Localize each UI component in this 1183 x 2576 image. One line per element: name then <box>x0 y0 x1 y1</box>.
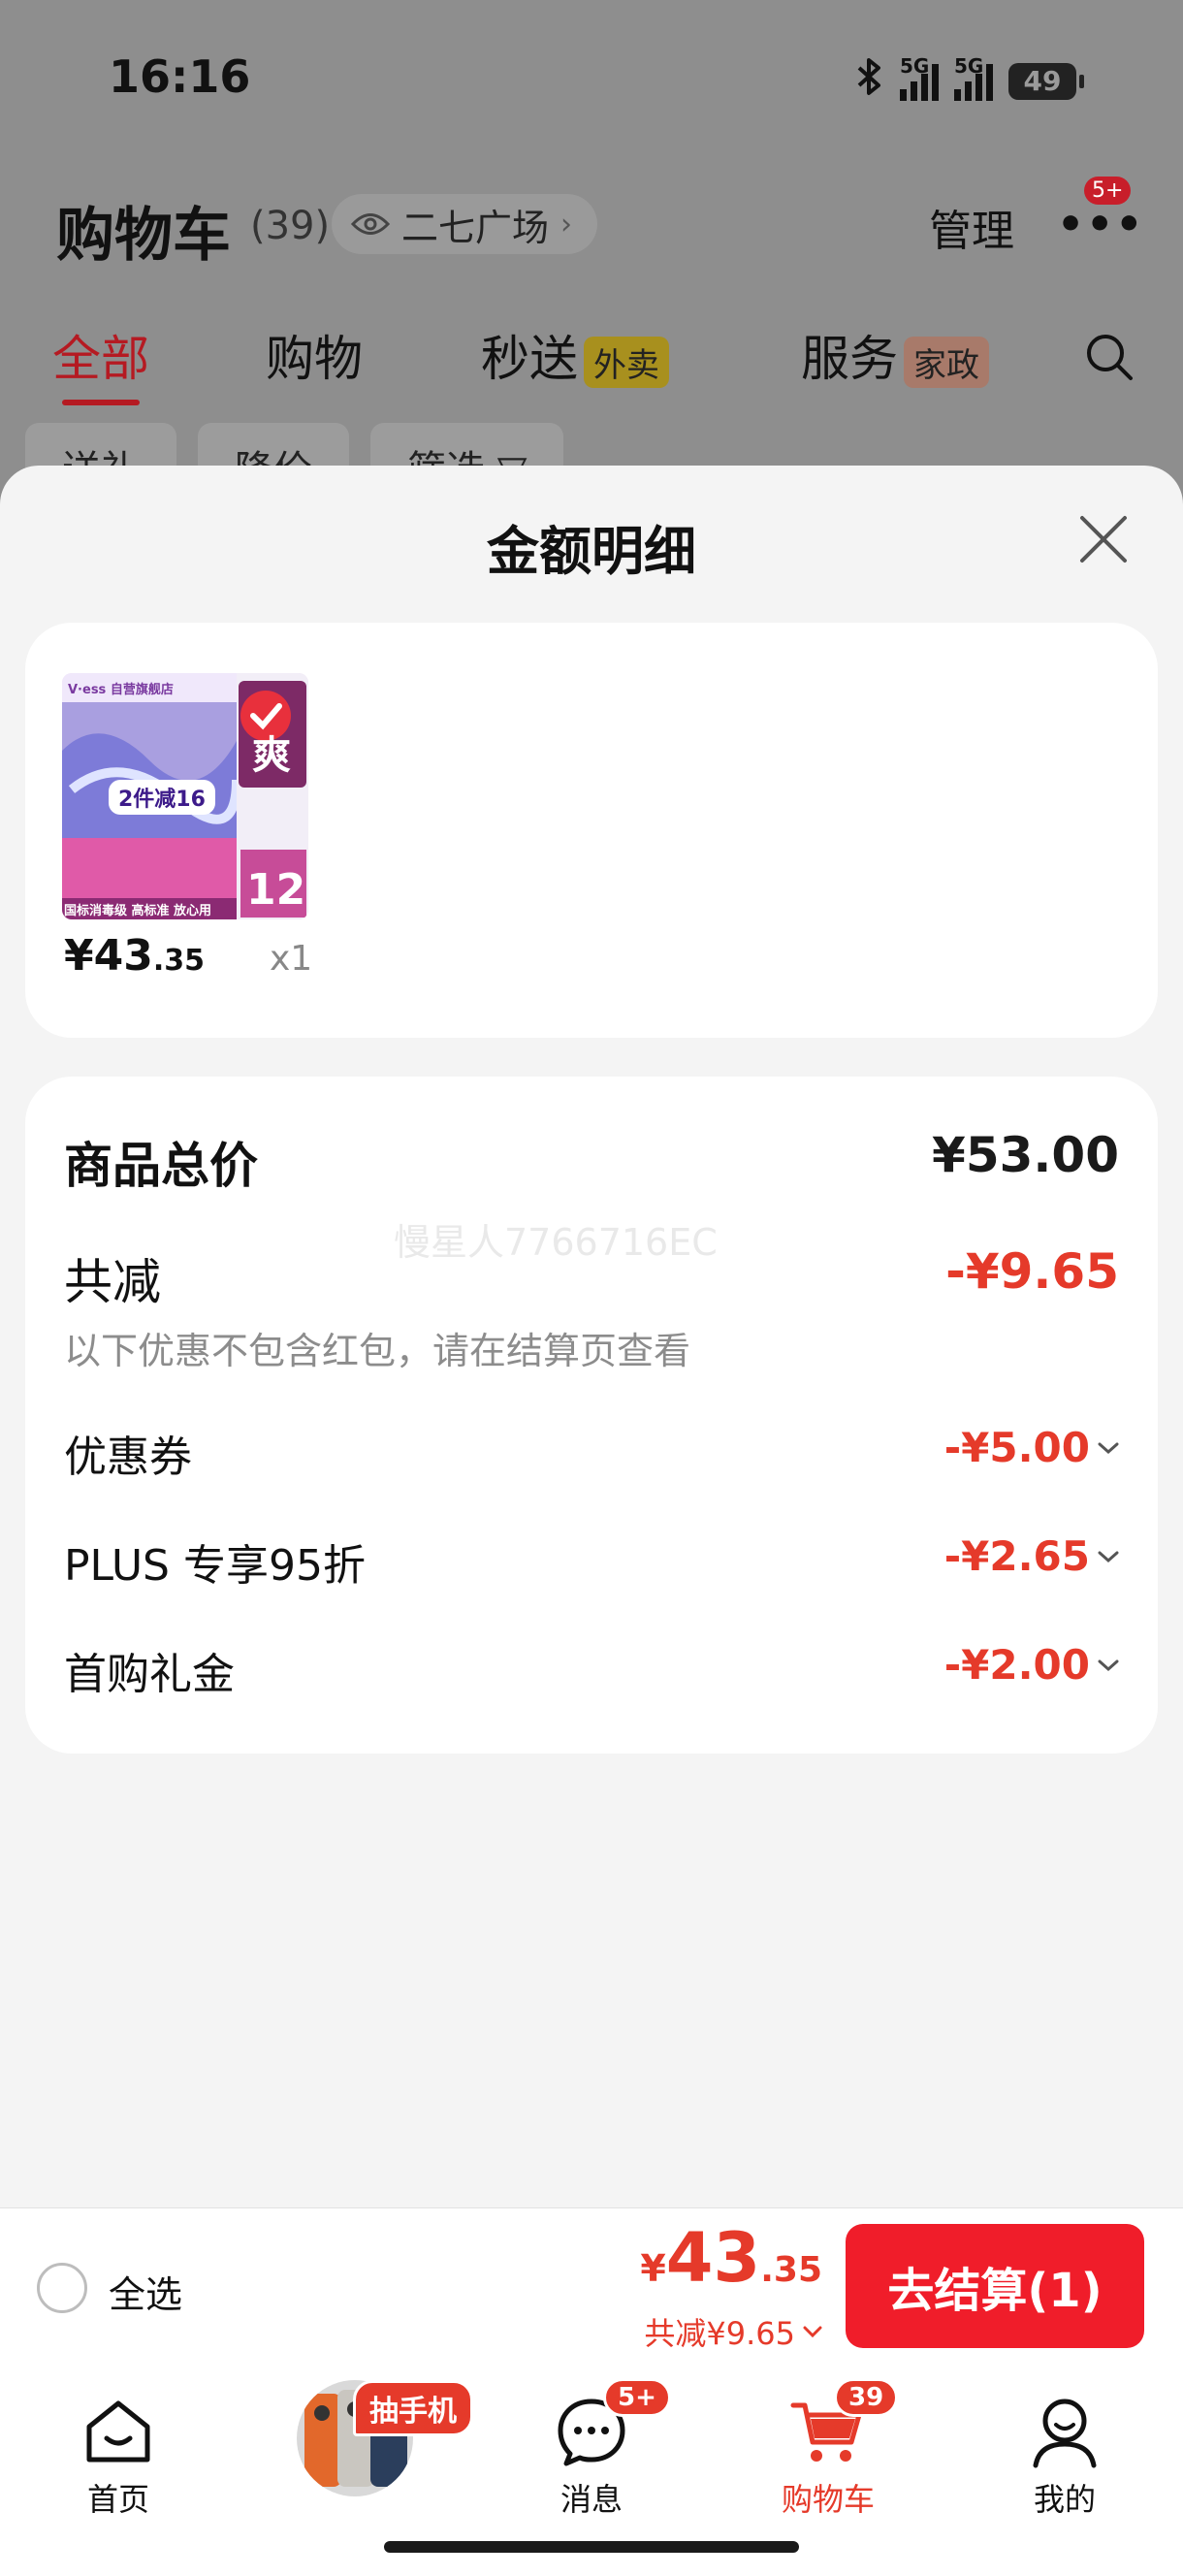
status-bar: 16:16 5G 5G 49 <box>0 0 1183 155</box>
discount-label-plus: PLUS 专享95折 <box>64 1541 366 1591</box>
discount-row-coupon[interactable]: -¥5.00 <box>944 1424 1119 1471</box>
cart-header: 购物车 (39) 二七广场 › 管理 ••• 5+ <box>0 175 1183 272</box>
saved-summary[interactable]: 共减¥9.65 <box>644 2309 822 2354</box>
product-card: V·ess 自营旗舰店 2件减16 爽 国标消毒级 高标准 放心用 12 ¥43… <box>25 623 1158 1038</box>
cart-icon: 39 <box>789 2378 899 2469</box>
tab-label: 秒送 <box>481 331 578 387</box>
tab-label: 购物 <box>266 331 363 387</box>
select-all-label[interactable]: 全选 <box>109 2265 182 2318</box>
tab-home[interactable]: 首页 <box>41 2392 196 2520</box>
battery-icon: 49 <box>1008 62 1084 100</box>
discount-label-coupon: 优惠券 <box>64 1433 192 1482</box>
thumb-shop-text: V·ess 自营旗舰店 <box>68 683 174 697</box>
tab-all[interactable]: 全部 <box>52 320 149 405</box>
tab-messages[interactable]: 5+ 消息 <box>514 2378 671 2520</box>
total-price: ¥43.35 <box>640 2218 822 2298</box>
tab-label: 服务 <box>801 331 898 387</box>
signal-icon: 5G <box>900 54 939 101</box>
tab-shopping[interactable]: 购物 <box>266 320 363 390</box>
discount-value: -¥5.00 <box>943 1424 1090 1471</box>
price-breakdown-card: 慢星人7766716EC 商品总价 ¥53.00 共减 -¥9.65 以下优惠不… <box>25 1077 1158 1754</box>
signal-icon: 5G <box>954 54 993 101</box>
manage-button[interactable]: 管理 <box>929 196 1014 258</box>
checkout-button[interactable]: 去结算(1) <box>846 2224 1144 2348</box>
tab-label: 我的 <box>1033 2481 1096 2518</box>
cart-badge: 39 <box>834 2378 899 2417</box>
category-tabs: 全部 购物 秒送 外卖 服务 家政 <box>0 320 1183 405</box>
thumb-slogan-text: 国标消毒级 高标准 放心用 <box>64 904 212 918</box>
tab-badge: 家政 <box>904 337 989 388</box>
watermark: 慢星人7766716EC <box>394 1221 718 1264</box>
discount-label-first-buy: 首购礼金 <box>64 1650 235 1699</box>
page-title: 购物车 <box>56 202 231 270</box>
eye-icon <box>350 203 391 245</box>
chat-bubble-icon: 5+ <box>553 2378 671 2469</box>
more-menu-button[interactable]: ••• <box>1057 200 1144 249</box>
price-decimal: .35 <box>152 944 206 978</box>
tab-cart[interactable]: 39 购物车 <box>751 2378 906 2520</box>
thumb-side-text: 爽 <box>252 733 291 778</box>
tab-service[interactable]: 服务 家政 <box>801 320 989 390</box>
home-icon <box>80 2392 157 2469</box>
saved-amount: 共减¥9.65 <box>644 2315 795 2352</box>
checkout-bar: 全选 ¥43.35 共减¥9.65 去结算(1) <box>0 2207 1183 2367</box>
location-selector[interactable]: 二七广场 › <box>332 194 598 254</box>
cart-count: (39) <box>250 204 331 248</box>
price-integer: ¥43 <box>64 931 153 981</box>
location-label: 二七广场 <box>401 206 550 249</box>
tab-label: 消息 <box>560 2481 623 2518</box>
status-time: 16:16 <box>109 50 251 103</box>
search-icon[interactable] <box>1084 332 1135 386</box>
tab-delivery[interactable]: 秒送 外卖 <box>481 320 669 390</box>
chevron-down-icon <box>803 2326 822 2337</box>
tab-me[interactable]: 我的 <box>987 2392 1142 2520</box>
discount-value: -¥2.00 <box>943 1641 1090 1689</box>
thumb-count-text: 12 <box>246 865 306 915</box>
discount-row-plus[interactable]: -¥2.65 <box>944 1532 1119 1580</box>
background-page: 16:16 5G 5G 49 购物车 (39) 二七广场 › 管理 ••• 5+… <box>0 0 1183 504</box>
chevron-down-icon <box>1098 1659 1119 1671</box>
chevron-down-icon <box>1098 1551 1119 1562</box>
close-icon[interactable] <box>1074 510 1133 568</box>
tab-label: 首页 <box>86 2481 149 2518</box>
product-quantity: x1 <box>270 939 313 979</box>
reduce-value: -¥9.65 <box>945 1243 1119 1300</box>
currency-symbol: ¥ <box>640 2247 666 2290</box>
sheet-title: 金额明细 <box>487 521 696 582</box>
reduce-label: 共减 <box>64 1254 161 1310</box>
total-value: ¥53.00 <box>932 1127 1119 1183</box>
network-label: 5G <box>954 53 984 78</box>
thumb-promo-text: 2件减16 <box>109 780 215 815</box>
discount-row-first-buy[interactable]: -¥2.00 <box>944 1641 1119 1689</box>
product-price: ¥43.35 <box>64 931 205 981</box>
total-label: 商品总价 <box>64 1138 258 1194</box>
select-all-checkbox[interactable] <box>37 2263 87 2313</box>
user-icon <box>1026 2392 1103 2469</box>
total-decimal: .35 <box>760 2250 822 2290</box>
tab-label: 全部 <box>52 331 149 387</box>
bluetooth-icon <box>855 56 884 106</box>
product-thumbnail[interactable]: V·ess 自营旗舰店 2件减16 爽 国标消毒级 高标准 放心用 12 <box>62 673 308 919</box>
network-label: 5G <box>900 53 930 78</box>
chevron-down-icon <box>1098 1442 1119 1454</box>
promo-tag: 抽手机 <box>353 2380 473 2436</box>
messages-badge: 5+ <box>603 2378 671 2417</box>
chevron-right-icon: › <box>560 207 573 242</box>
total-integer: 43 <box>665 2218 761 2298</box>
status-icons: 5G 5G 49 <box>855 54 1084 106</box>
tab-badge: 外卖 <box>584 337 669 388</box>
home-indicator[interactable] <box>384 2541 799 2553</box>
tab-label: 购物车 <box>781 2481 875 2518</box>
more-badge: 5+ <box>1084 177 1132 205</box>
discount-value: -¥2.65 <box>943 1532 1090 1580</box>
discount-note: 以下优惠不包含红包，请在结算页查看 <box>64 1330 691 1372</box>
